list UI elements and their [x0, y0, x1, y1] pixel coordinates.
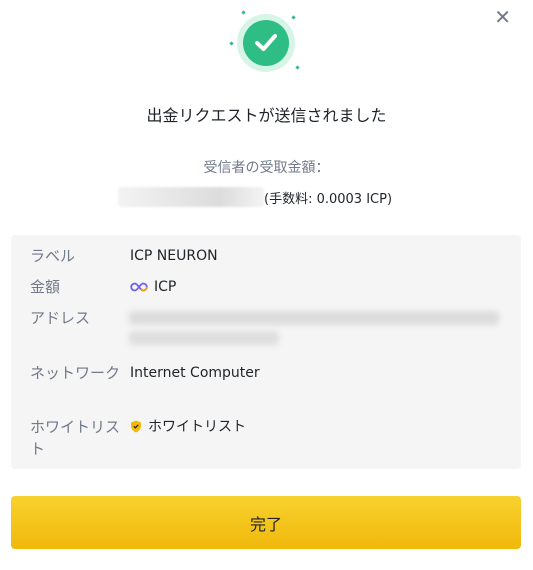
- whitelist-value: ホワイトリスト: [148, 419, 246, 435]
- address-key: アドレス: [30, 309, 91, 327]
- close-icon[interactable]: ✕: [494, 6, 511, 28]
- blurred-address: [129, 308, 509, 348]
- network-value: Internet Computer: [130, 365, 260, 381]
- detail-row-amount: 金額 ICP: [30, 276, 176, 298]
- fee-text: (手数料: 0.0003 ICP): [264, 191, 393, 207]
- detail-row-address: アドレス: [30, 307, 130, 329]
- network-key: ネットワーク: [30, 364, 121, 382]
- success-check-icon: [226, 8, 306, 80]
- done-button[interactable]: 完了: [11, 496, 521, 549]
- infinity-icon: [130, 282, 148, 292]
- amount-key: 金額: [30, 278, 61, 296]
- label-value: ICP NEURON: [130, 248, 218, 264]
- whitelist-key: ホワイトリスト: [30, 418, 121, 458]
- label-key: ラベル: [30, 247, 76, 265]
- withdrawal-details-card: ラベル ICP NEURON 金額 ICP アドレス ネットワーク Intern…: [11, 235, 521, 469]
- detail-row-network: ネットワーク Internet Computer: [30, 362, 260, 384]
- received-amount-label: 受信者の受取金額：: [203, 160, 330, 176]
- received-amount-row: (手数料: 0.0003 ICP): [118, 186, 392, 208]
- shield-icon: [131, 420, 141, 433]
- amount-value: ICP: [154, 279, 177, 295]
- dialog-title: 出金リクエストが送信されました: [146, 106, 387, 125]
- detail-row-whitelist: ホワイトリスト ホワイトリスト: [30, 416, 246, 460]
- blurred-amount: [118, 187, 264, 207]
- detail-row-label: ラベル ICP NEURON: [30, 245, 218, 267]
